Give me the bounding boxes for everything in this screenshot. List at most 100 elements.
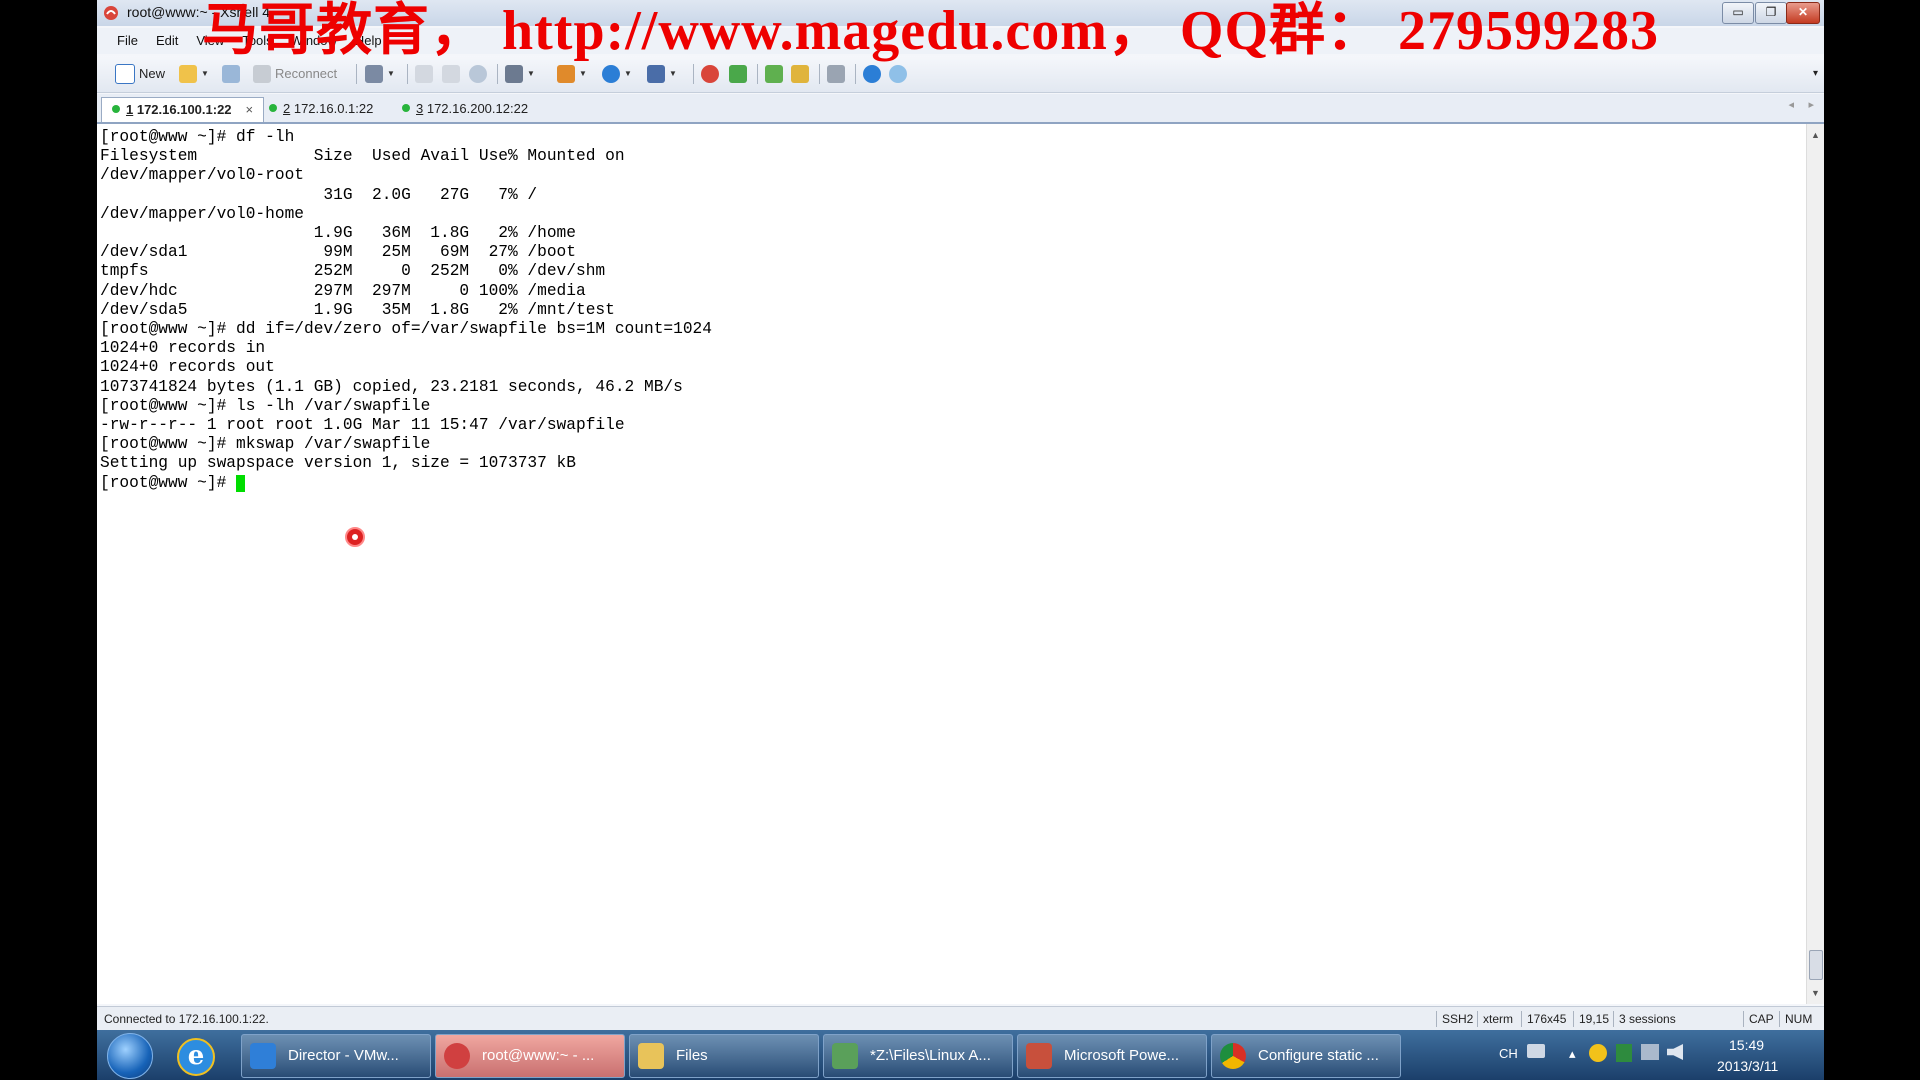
notepad-icon xyxy=(832,1043,858,1069)
copy-button[interactable] xyxy=(415,63,433,85)
xftp-icon xyxy=(701,65,719,83)
dropdown-icon: ▼ xyxy=(527,69,535,78)
grid-icon xyxy=(765,65,783,83)
close-button[interactable]: ✕ xyxy=(1786,2,1820,24)
toolbar-separator xyxy=(855,64,856,84)
tab-close-icon[interactable]: × xyxy=(246,102,254,117)
tab-next-icon[interactable]: ▸ xyxy=(1808,98,1814,111)
terminal-line: Setting up swapspace version 1, size = 1… xyxy=(100,454,576,473)
minimize-button[interactable]: ▭ xyxy=(1722,2,1754,24)
open-folder-button[interactable]: ▼ xyxy=(179,63,209,85)
reconnect-icon xyxy=(253,65,271,83)
connected-status-icon xyxy=(402,104,410,112)
print-button[interactable]: ▼ xyxy=(505,63,535,85)
keyboard-tray-icon[interactable] xyxy=(1527,1044,1545,1058)
feedback-button[interactable] xyxy=(889,63,907,85)
layout-button[interactable] xyxy=(765,63,783,85)
lock-icon xyxy=(791,65,809,83)
dropdown-icon: ▼ xyxy=(579,69,587,78)
watermark-text: 马哥教育， http://www.magedu.com， QQ群： 279599… xyxy=(202,0,1659,62)
task-chrome[interactable]: Configure static ... xyxy=(1211,1034,1401,1078)
magnifier-icon xyxy=(469,65,487,83)
terminal-line: /dev/sda1 99M 25M 69M 27% /boot xyxy=(100,243,576,262)
help-button[interactable] xyxy=(863,63,881,85)
tab-label: 172.16.200.12:22 xyxy=(423,101,529,116)
reconnect-button[interactable]: Reconnect xyxy=(253,63,337,85)
tab-session-3[interactable]: 3 172.16.200.12:22 xyxy=(392,97,538,121)
font-button[interactable]: ▼ xyxy=(647,63,677,85)
menu-edit[interactable]: Edit xyxy=(147,28,187,54)
terminal-line: /dev/mapper/vol0-home xyxy=(100,204,304,223)
properties-button[interactable]: ▼ xyxy=(365,63,395,85)
powerpoint-icon xyxy=(1026,1043,1052,1069)
xshell-window: root@www:~ - Xshell 4 ▭ ❐ ✕ File Edit View… xyxy=(97,0,1824,1030)
terminal-line: /dev/sda5 1.9G 35M 1.8G 2% /mnt/test xyxy=(100,300,615,319)
checkmark-icon xyxy=(729,65,747,83)
task-files[interactable]: Files xyxy=(629,1034,819,1078)
tray-security-icon[interactable] xyxy=(1616,1044,1632,1062)
terminal-line: /dev/mapper/vol0-root xyxy=(100,166,304,185)
terminal-area[interactable]: [root@www ~]# df -lh Filesystem Size Use… xyxy=(97,124,1807,1004)
link-icon xyxy=(222,65,240,83)
speech-bubble-icon xyxy=(889,65,907,83)
mouse-pointer-icon xyxy=(345,527,365,547)
terminal-output: [root@www ~]# df -lh Filesystem Size Use… xyxy=(97,124,1807,497)
transfer-icon xyxy=(557,65,575,83)
tab-session-2[interactable]: 2 172.16.0.1:22 xyxy=(259,97,383,121)
vertical-scrollbar[interactable]: ▲ ▼ xyxy=(1806,124,1824,1004)
terminal-line: 31G 2.0G 27G 7% / xyxy=(100,185,538,204)
network-icon[interactable] xyxy=(1641,1044,1659,1060)
lock-button[interactable] xyxy=(791,63,809,85)
keyboard-icon xyxy=(827,65,845,83)
toolbar-overflow-button[interactable]: ▾ xyxy=(1813,63,1818,85)
tray-app-icon[interactable] xyxy=(1589,1044,1607,1062)
terminal-line: -rw-r--r-- 1 root root 1.0G Mar 11 15:47… xyxy=(100,416,625,435)
globe-button[interactable]: ▼ xyxy=(602,63,632,85)
copy-icon xyxy=(415,65,433,83)
font-icon xyxy=(647,65,665,83)
chrome-icon xyxy=(1220,1043,1246,1069)
new-session-button[interactable]: New xyxy=(115,63,165,85)
menu-file[interactable]: File xyxy=(108,28,147,54)
link-button[interactable] xyxy=(222,63,240,85)
show-hidden-icons[interactable]: ▴ xyxy=(1569,1046,1576,1062)
tab-prev-icon[interactable]: ◂ xyxy=(1788,98,1794,111)
transfer-button[interactable]: ▼ xyxy=(557,63,587,85)
keyboard-button[interactable] xyxy=(827,63,845,85)
scrollbar-thumb[interactable] xyxy=(1809,950,1823,980)
terminal-line: 1.9G 36M 1.8G 2% /home xyxy=(100,224,576,243)
protocol-indicator: SSH2 xyxy=(1436,1011,1478,1027)
toolbar-separator xyxy=(497,64,498,84)
connected-status-icon xyxy=(112,105,120,113)
tab-session-1[interactable]: 1 172.16.100.1:22 × xyxy=(101,97,265,122)
session-count: 3 sessions xyxy=(1613,1011,1681,1027)
clock-time[interactable]: 15:49 xyxy=(1729,1037,1764,1053)
new-label: New xyxy=(139,66,166,81)
terminal-line: Filesystem Size Used Avail Use% Mounted … xyxy=(100,147,625,166)
system-tray: CH ▴ 15:49 2013/3/11 xyxy=(1489,1030,1819,1080)
scroll-up-icon[interactable]: ▲ xyxy=(1811,130,1820,140)
cursor-position: 19,15 xyxy=(1573,1011,1614,1027)
task-vmware-director[interactable]: Director - VMw... xyxy=(241,1034,431,1078)
task-label: Files xyxy=(676,1047,708,1064)
clock-date[interactable]: 2013/3/11 xyxy=(1717,1058,1778,1074)
paste-button[interactable] xyxy=(442,63,460,85)
find-button[interactable] xyxy=(469,63,487,85)
internet-explorer-icon[interactable]: e xyxy=(177,1038,215,1076)
script-button[interactable] xyxy=(729,63,747,85)
globe-icon xyxy=(602,65,620,83)
restore-button[interactable]: ❐ xyxy=(1755,2,1787,24)
help-icon xyxy=(863,65,881,83)
xftp-button[interactable] xyxy=(701,63,719,85)
terminal-line: 1024+0 records out xyxy=(100,358,275,377)
scroll-down-icon[interactable]: ▼ xyxy=(1811,988,1820,998)
start-button[interactable] xyxy=(107,1033,153,1079)
terminal-size: 176x45 xyxy=(1521,1011,1571,1027)
windows-taskbar: e Director - VMw... root@www:~ - ... Fil… xyxy=(97,1030,1824,1080)
volume-icon[interactable] xyxy=(1667,1044,1683,1060)
task-powerpoint[interactable]: Microsoft Powe... xyxy=(1017,1034,1207,1078)
dropdown-icon: ▼ xyxy=(201,69,209,78)
language-indicator[interactable]: CH xyxy=(1499,1046,1518,1061)
task-notepad[interactable]: *Z:\Files\Linux A... xyxy=(823,1034,1013,1078)
task-xshell[interactable]: root@www:~ - ... xyxy=(435,1034,625,1078)
